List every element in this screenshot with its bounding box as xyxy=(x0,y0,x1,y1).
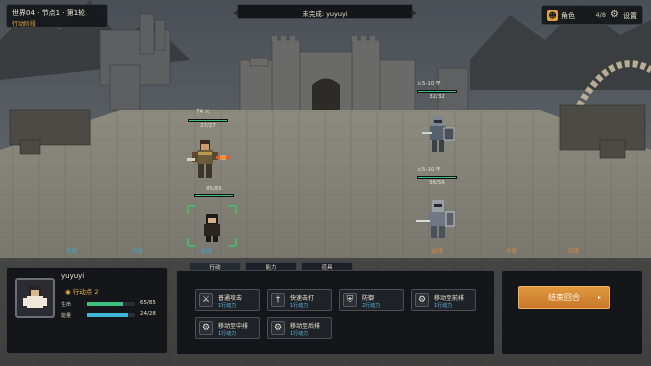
ally-top-hp-fill xyxy=(189,120,227,121)
lane-label-ally-back: 后排 xyxy=(66,249,78,255)
roles-count: 4/8 xyxy=(595,11,606,19)
skill-move-mid[interactable]: ⚙ 移动至中排 1行动力 xyxy=(195,317,260,339)
ally-top-hp-bar xyxy=(188,119,228,122)
shield-icon: ⛨ xyxy=(343,293,357,307)
avatar xyxy=(23,286,47,308)
character-name: yuyuyi xyxy=(61,272,85,280)
ally-mid-hp-fill xyxy=(195,195,233,196)
move-icon: ⚙ xyxy=(415,293,429,307)
skill-cost: 2行动力 xyxy=(362,303,381,309)
action-points-icon: ◉ xyxy=(65,288,73,296)
skill-defend[interactable]: ⛨ 防御 2行动力 xyxy=(339,289,404,311)
turn-banner-text: 未完成: yuyuyi xyxy=(302,10,348,18)
skill-name: 移动至前排 xyxy=(434,295,465,302)
end-turn-label: 结束回合 xyxy=(548,293,580,302)
person-icon: ☻ xyxy=(547,10,558,21)
hp-bar xyxy=(87,302,135,306)
lane-label-enemy-mid: 中排 xyxy=(506,249,518,255)
ally-top-hp-text: 27/27 xyxy=(200,123,216,129)
skill-name: 快速击打 xyxy=(290,295,315,302)
ally-warrior-sprite[interactable] xyxy=(186,138,230,184)
roles-label: 角色 xyxy=(561,12,575,20)
hp-value: 65/85 xyxy=(140,300,156,306)
skill-name: 移动至后排 xyxy=(290,323,321,330)
roles-button[interactable]: ☻ 角色 4/8 xyxy=(546,9,606,23)
skill-cost: 1行动力 xyxy=(434,303,453,309)
action-points-text: 行动点 2 xyxy=(72,288,99,296)
hp-label: 生命 xyxy=(61,302,72,308)
settings-label: 设置 xyxy=(623,12,637,20)
enemy-bottom-hp-bar xyxy=(417,176,457,179)
top-right-menu: ☻ 角色 4/8 ⚙ 设置 xyxy=(541,5,643,25)
ally-mid-hp-text: 85/85 xyxy=(206,186,222,192)
skill-normal-attack[interactable]: ⚔ 普通攻击 1行动力 xyxy=(195,289,260,311)
world-node-round: 世界04 · 节点1 · 第1轮 xyxy=(12,9,86,17)
enemy-top-stat: ⚔5-10 ⛨ xyxy=(417,81,441,87)
phase-label: 行动阶段 xyxy=(12,21,37,28)
skill-quick-strike[interactable]: † 快速击打 1行动力 xyxy=(267,289,332,311)
enemy-bottom-hp-text: 56/56 xyxy=(429,180,445,186)
skill-move-back[interactable]: ⚙ 移动至后排 1行动力 xyxy=(267,317,332,339)
skill-cost: 1行动力 xyxy=(290,303,309,309)
energy-bar-fill xyxy=(87,313,129,317)
dagger-icon: † xyxy=(271,293,285,307)
enemy-top-hp-bar xyxy=(417,90,457,93)
chevron-right-icon: ▸ xyxy=(597,294,601,301)
energy-value: 24/28 xyxy=(140,311,156,317)
ally-bottom-lane-label: 前排 xyxy=(201,249,213,255)
lane-label-enemy-back: 后排 xyxy=(568,249,580,255)
enemy-top-hp-text: 32/32 xyxy=(429,94,445,100)
sword-icon: ⚔ xyxy=(199,293,213,307)
character-panel: yuyuyi ◉ 行动点 2 生命 65/85 能量 24/28 xyxy=(6,267,168,354)
gear-icon: ⚙ xyxy=(610,9,619,20)
move-icon: ⚙ xyxy=(271,321,285,335)
ally-top-stat: 74 ⚔ xyxy=(196,109,210,115)
skill-name: 普通攻击 xyxy=(218,295,243,302)
energy-label: 能量 xyxy=(61,313,72,319)
enemy-bottom-hp-fill xyxy=(418,177,456,178)
character-portrait[interactable] xyxy=(15,278,55,318)
skill-name: 防御 xyxy=(362,295,375,302)
lane-label-enemy-front: 前排 xyxy=(432,249,444,255)
ally-mid-hp-bar xyxy=(194,194,234,197)
enemy-top-hp-fill xyxy=(418,91,456,92)
skill-name: 移动至中排 xyxy=(218,323,249,330)
skill-cost: 1行动力 xyxy=(290,331,309,337)
world-info-panel: 世界04 · 节点1 · 第1轮 行动阶段 xyxy=(6,4,108,28)
move-icon: ⚙ xyxy=(199,321,213,335)
energy-bar xyxy=(87,313,135,317)
enemy-knight-sprite[interactable] xyxy=(420,112,456,156)
turn-banner: 未完成: yuyuyi xyxy=(233,4,417,19)
skill-panel: ⚔ 普通攻击 1行动力 † 快速击打 1行动力 ⛨ 防御 2行动力 ⚙ 移动至前… xyxy=(176,270,495,355)
enemy-bottom-stat: ⚔5-10 ⛨ xyxy=(417,167,441,173)
skill-cost: 1行动力 xyxy=(218,331,237,337)
hp-bar-fill xyxy=(87,302,124,306)
settings-button[interactable]: ⚙ 设置 xyxy=(609,9,641,23)
enemy-armored-sprite[interactable] xyxy=(416,198,458,242)
lane-label-ally-mid: 中排 xyxy=(132,249,144,255)
skill-cost: 1行动力 xyxy=(218,303,237,309)
end-turn-button[interactable]: 结束回合 ▸ xyxy=(518,286,610,309)
ally-selected-sprite[interactable] xyxy=(186,204,238,248)
action-points: ◉ 行动点 2 xyxy=(65,286,98,296)
skill-move-front[interactable]: ⚙ 移动至前排 1行动力 xyxy=(411,289,476,311)
end-turn-panel: 结束回合 ▸ xyxy=(501,270,643,355)
